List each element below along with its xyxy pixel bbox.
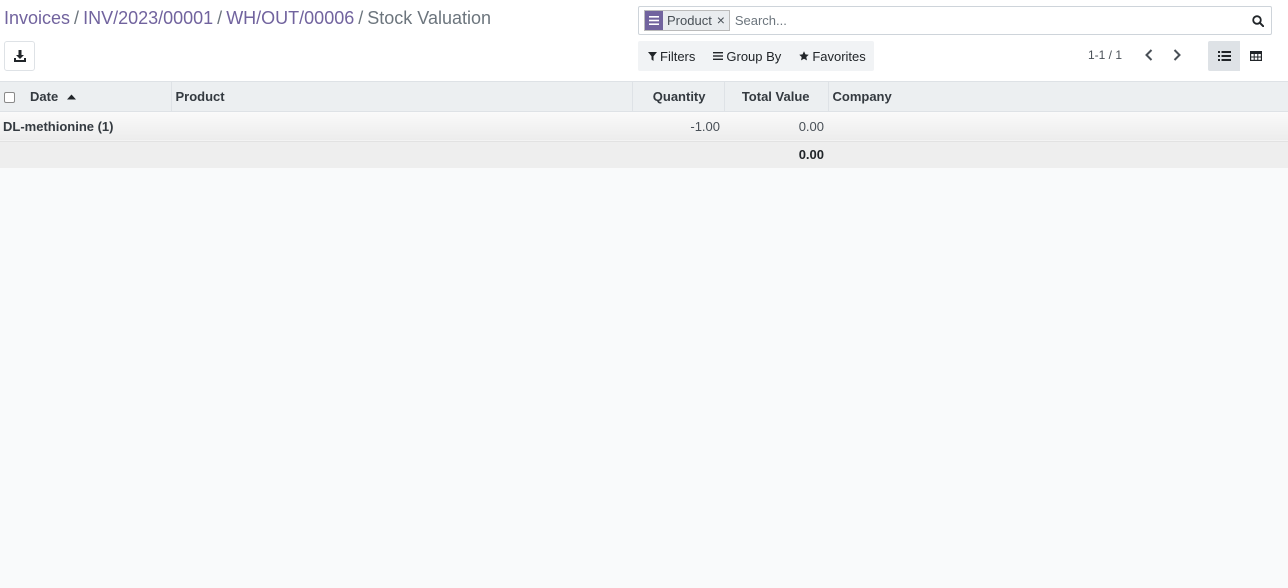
sort-up-icon [66, 94, 76, 100]
table-footer-row: 0.00 [0, 141, 1288, 168]
footer-total-value: 0.00 [724, 141, 828, 168]
search-input[interactable] [734, 9, 1247, 32]
group-by-icon [713, 52, 724, 60]
view-switcher [1208, 41, 1272, 71]
pager-previous-button[interactable] [1140, 46, 1158, 64]
column-header-company[interactable]: Company [828, 82, 1288, 112]
breadcrumb-invoice[interactable]: INV/2023/00001 [83, 8, 213, 28]
pager-value[interactable]: 1-1 / 1 [1088, 48, 1122, 62]
search-icon [1252, 14, 1264, 27]
footer-quantity [632, 141, 724, 168]
breadcrumb-separator: / [358, 8, 364, 28]
favorites-button[interactable]: Favorites [790, 41, 874, 71]
column-header-quantity[interactable]: Quantity [632, 82, 725, 112]
facet-remove-icon[interactable]: × [715, 11, 727, 30]
footer-company [828, 141, 1288, 168]
chevron-left-icon [1145, 49, 1153, 61]
star-icon [799, 51, 810, 61]
group-by-label: Group By [726, 48, 782, 64]
search-facet-product: Product × [644, 10, 730, 31]
group-row[interactable]: DL-methionine (1) -1.00 0.00 [0, 111, 1288, 142]
stock-valuation-table: Date Product Quantity Total Value Compan… [0, 82, 1288, 168]
breadcrumb-separator: / [217, 8, 223, 28]
column-header-product[interactable]: Product [171, 82, 633, 112]
filter-icon [648, 51, 657, 61]
filters-label: Filters [660, 48, 696, 64]
search-button[interactable] [1247, 14, 1269, 27]
favorites-label: Favorites [812, 48, 866, 64]
control-panel: Invoices / INV/2023/00001/WH/OUT/00006/Sto… [0, 0, 1288, 82]
column-header-date[interactable]: Date [26, 82, 172, 112]
search-options: Filters Group By Favorites [638, 41, 874, 71]
column-label-company: Company [832, 88, 892, 104]
list-view-icon [1217, 51, 1231, 61]
breadcrumb-delivery[interactable]: WH/OUT/00006 [226, 8, 354, 28]
download-button[interactable] [4, 41, 35, 71]
chevron-right-icon [1173, 49, 1181, 61]
pivot-view-button[interactable] [1240, 41, 1272, 71]
group-quantity: -1.00 [632, 111, 724, 142]
column-label-total-value: Total Value [741, 88, 810, 104]
column-header-total-value[interactable]: Total Value [724, 82, 829, 112]
breadcrumb-separator: / [74, 8, 80, 28]
footer-empty-cell [0, 141, 632, 168]
table-header-row: Date Product Quantity Total Value Compan… [0, 82, 1288, 112]
breadcrumb-invoices[interactable]: Invoices [4, 8, 70, 28]
group-company [828, 111, 1288, 142]
pager-next-button[interactable] [1168, 46, 1186, 64]
filters-button[interactable]: Filters [638, 41, 704, 71]
group-by-button[interactable]: Group By [704, 41, 790, 71]
column-label-quantity: Quantity [652, 88, 706, 104]
select-all-cell [0, 82, 26, 112]
facet-list-icon [645, 11, 663, 30]
group-total-value: 0.00 [724, 111, 828, 142]
download-icon [13, 50, 26, 62]
group-name[interactable]: DL-methionine (1) [3, 119, 114, 134]
page-title: Stock Valuation [367, 8, 491, 28]
group-name-cell[interactable]: DL-methionine (1) [0, 111, 632, 142]
column-label-product: Product [175, 88, 225, 104]
breadcrumb: Invoices / INV/2023/00001/WH/OUT/00006/Sto… [4, 7, 491, 29]
pivot-view-icon [1250, 51, 1262, 61]
list-view-button[interactable] [1208, 41, 1240, 71]
search-bar: Product × [638, 6, 1272, 35]
column-label-date: Date [30, 88, 59, 104]
select-all-checkbox[interactable] [4, 91, 15, 103]
facet-value: Product [667, 13, 712, 28]
